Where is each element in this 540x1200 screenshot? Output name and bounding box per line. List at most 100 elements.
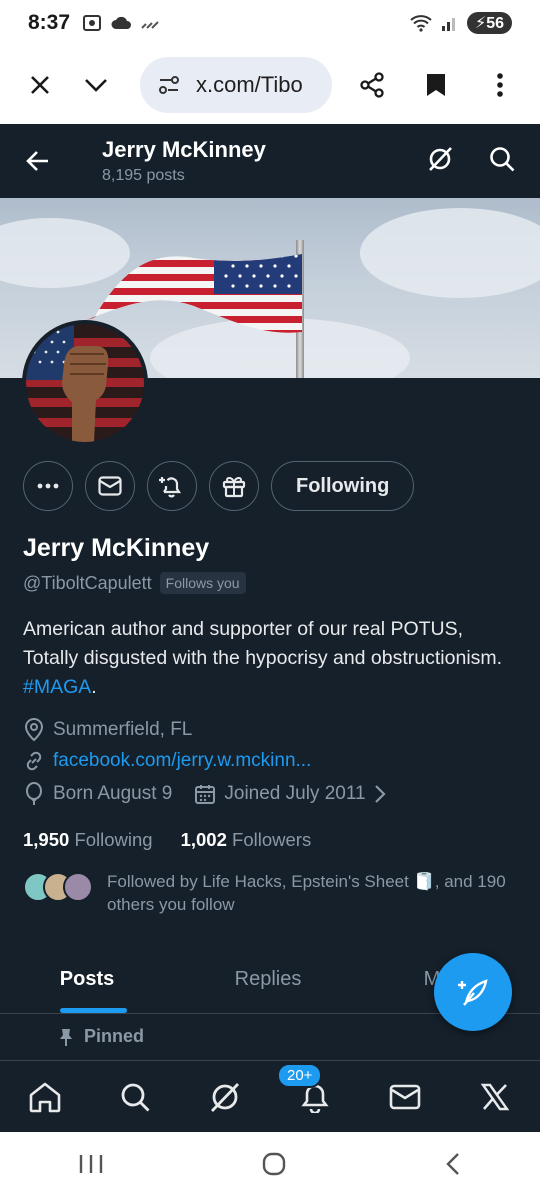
joined-text[interactable]: Joined July 2011 [224, 783, 365, 805]
android-navigation-bar [0, 1132, 540, 1200]
nav-explore[interactable] [111, 1073, 159, 1121]
header-actions [426, 145, 522, 178]
mutual-avatars [23, 870, 93, 904]
followers-count-label: Followers [232, 829, 312, 850]
profile-bio: American author and supporter of our rea… [23, 615, 523, 702]
notify-button[interactable] [147, 461, 197, 511]
followers-count-link[interactable]: 1,002 Followers [181, 829, 312, 851]
handle-row: @TiboltCapulett Follows you [23, 572, 246, 594]
tab-posts[interactable]: Posts [0, 946, 174, 1013]
followed-by-text-start: Followed by Life Hacks, Epstein's Sheet [107, 872, 414, 891]
nav-notifications[interactable]: 20+ [277, 1062, 339, 1121]
grok-icon [429, 146, 452, 171]
toilet-paper-emoji: 🧻 [413, 872, 435, 891]
link-icon [26, 751, 42, 771]
home-circle-icon [262, 1152, 286, 1175]
following-count-link[interactable]: 1,950 Following [23, 829, 153, 851]
bio-hashtag-link[interactable]: #MAGA [23, 676, 91, 698]
website-link[interactable]: facebook.com/jerry.w.mckinn... [53, 750, 311, 772]
status-bar: 8:37 ⚡56 [0, 0, 540, 46]
profile-display-name: Jerry McKinney [23, 534, 210, 562]
cloud-icon [111, 16, 132, 29]
dates-row: Born August 9 Joined July 2011 [23, 782, 386, 806]
share-button[interactable] [350, 63, 394, 107]
pinned-text: Pinned [84, 1026, 145, 1046]
status-icons-left [82, 13, 160, 33]
nav-x-premium[interactable] [471, 1073, 519, 1121]
message-button[interactable] [85, 461, 135, 511]
profile-action-row: Following [23, 461, 415, 511]
share-icon [360, 72, 384, 98]
following-count-value: 1,950 [23, 829, 70, 850]
x-logo-icon [480, 1083, 510, 1110]
follow-counts: 1,950 Following 1,002 Followers [23, 829, 311, 851]
notification-badge: 20+ [277, 1062, 323, 1088]
pinned-label-row: Pinned [58, 1026, 144, 1047]
more-horizontal-icon [37, 483, 59, 489]
browser-menu-button[interactable] [478, 63, 522, 107]
website-row: facebook.com/jerry.w.mckinn... [23, 750, 311, 772]
status-time: 8:37 [28, 11, 71, 34]
following-button[interactable]: Following [271, 461, 415, 511]
bottom-navigation: 20+ [0, 1060, 540, 1132]
nav-home[interactable] [21, 1073, 69, 1121]
url-text: x.com/Tibo [196, 72, 303, 97]
location-text: Summerfield, FL [53, 719, 193, 740]
followed-by-text: Followed by Life Hacks, Epstein's Sheet … [107, 870, 523, 916]
cell-signal-icon [441, 18, 455, 31]
more-vertical-icon [497, 73, 503, 97]
close-tab-button[interactable] [18, 63, 62, 107]
chevron-left-icon [445, 1152, 459, 1175]
back-button[interactable] [18, 141, 58, 181]
avatar[interactable] [22, 320, 148, 446]
bio-end: . [91, 676, 97, 698]
browser-actions [350, 63, 522, 107]
followed-by-row[interactable]: Followed by Life Hacks, Epstein's Sheet … [23, 870, 523, 916]
compose-post-button[interactable] [434, 953, 512, 1031]
nav-grok[interactable] [201, 1073, 249, 1121]
bio-text: American author and supporter of our rea… [23, 618, 503, 669]
profile-handle: @TiboltCapulett [23, 572, 152, 593]
gift-icon [222, 476, 246, 498]
mail-icon [98, 476, 122, 496]
search-icon [490, 146, 515, 171]
balloon-icon [26, 782, 42, 805]
collapse-button[interactable] [74, 63, 118, 107]
bell-plus-icon [159, 477, 182, 498]
close-icon [31, 76, 49, 94]
follows-you-badge: Follows you [159, 572, 246, 594]
compose-feather-icon [458, 979, 488, 1006]
search-button[interactable] [488, 145, 516, 178]
grok-button[interactable] [426, 145, 454, 178]
bookmark-icon [427, 74, 445, 96]
status-icons-right: ⚡56 [409, 12, 512, 34]
more-options-button[interactable] [23, 461, 73, 511]
search-icon [121, 1083, 150, 1111]
home-system-button[interactable] [261, 1151, 287, 1182]
location-row: Summerfield, FL [23, 718, 192, 742]
site-settings-icon [159, 76, 179, 94]
browser-toolbar: x.com/Tibo [0, 46, 540, 124]
battery-text: 56 [486, 15, 504, 32]
screenshot-icon [83, 15, 102, 31]
header-posts-count: 8,195 posts [102, 167, 185, 184]
followers-count-value: 1,002 [180, 829, 227, 850]
back-system-button[interactable] [444, 1152, 462, 1181]
following-count-label: Following [74, 829, 153, 850]
mutual-avatar [63, 872, 93, 902]
chevron-down-icon [85, 79, 107, 92]
url-bar[interactable]: x.com/Tibo [140, 57, 332, 113]
bookmark-button[interactable] [414, 63, 458, 107]
recent-apps-button[interactable] [78, 1153, 104, 1180]
active-tab-indicator [60, 1008, 127, 1013]
header-title-block: Jerry McKinney 8,195 posts [102, 137, 266, 185]
battery-level: ⚡56 [466, 12, 512, 34]
tab-replies[interactable]: Replies [174, 946, 362, 1013]
pin-icon [60, 1028, 72, 1046]
birthday-text: Born August 9 [53, 783, 173, 804]
nav-messages[interactable] [381, 1073, 429, 1121]
tab-posts-label: Posts [59, 968, 115, 990]
chevron-right-icon[interactable] [374, 784, 386, 804]
signal-off-icon [141, 21, 159, 29]
gift-button[interactable] [209, 461, 259, 511]
